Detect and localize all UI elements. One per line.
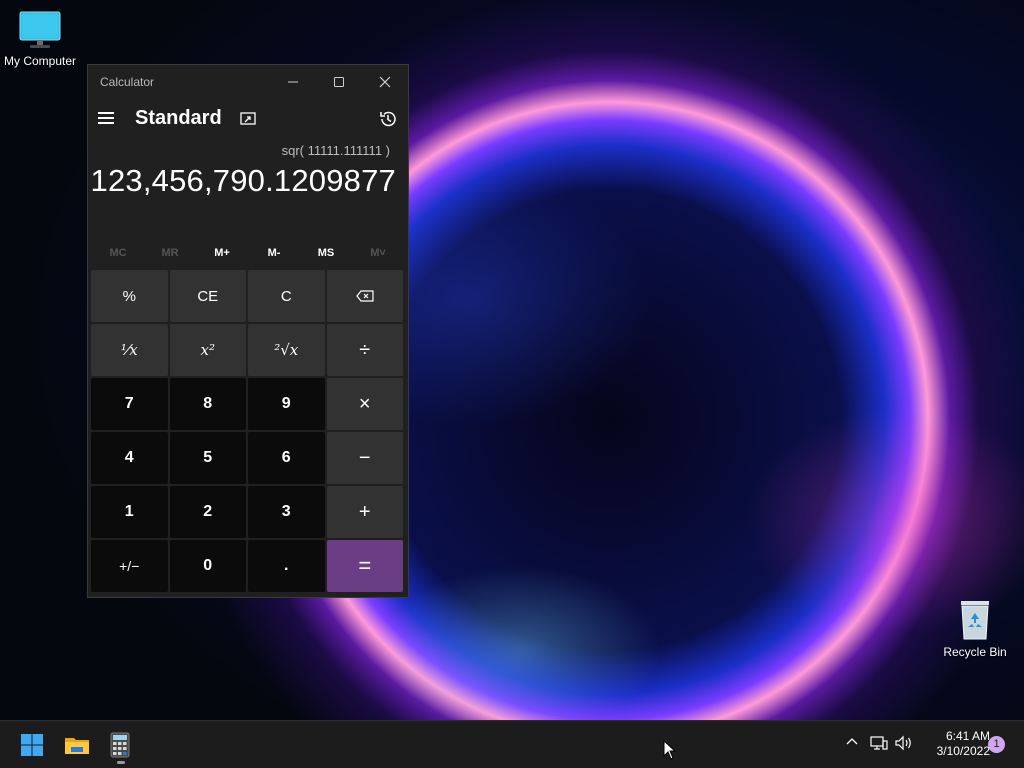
square-button[interactable]: x² xyxy=(169,324,246,376)
memory-list-button: M˅ xyxy=(370,247,386,259)
clock-time: 6:41 AM xyxy=(945,729,990,743)
mouse-cursor-icon xyxy=(663,740,677,760)
keep-on-top-icon[interactable] xyxy=(238,109,258,129)
network-icon[interactable] xyxy=(870,735,888,751)
recycle-bin-desktop-icon[interactable]: Recycle Bin xyxy=(935,597,1015,659)
expression-display: sqr( 11111.111111 ) xyxy=(281,143,390,158)
digit-3-button[interactable]: 3 xyxy=(248,486,325,538)
memory-add-button[interactable]: M+ xyxy=(196,241,248,265)
windows-logo-icon xyxy=(21,734,43,756)
backspace-button[interactable] xyxy=(326,270,403,322)
memory-recall-button: MR xyxy=(161,247,179,259)
minimize-icon xyxy=(288,81,298,83)
chevron-up-icon[interactable] xyxy=(845,735,859,749)
reciprocal-button[interactable]: ⅟x xyxy=(91,324,168,376)
maximize-icon xyxy=(334,77,344,87)
equals-button[interactable]: = xyxy=(326,540,403,592)
file-explorer-taskbar-button[interactable] xyxy=(61,729,93,761)
digit-2-button[interactable]: 2 xyxy=(169,486,246,538)
digit-6-button[interactable]: 6 xyxy=(248,432,325,484)
digit-5-button[interactable]: 5 xyxy=(169,432,246,484)
taskbar: 6:41 AM 3/10/2022 1 xyxy=(0,720,1024,768)
notification-badge[interactable]: 1 xyxy=(988,736,1005,753)
my-computer-label: My Computer xyxy=(3,54,77,68)
window-title: Calculator xyxy=(100,75,155,89)
keypad: % CE C ⅟x x² ²√x ÷ 7 8 9 × 4 5 6 − 1 2 3… xyxy=(91,270,405,592)
digit-9-button[interactable]: 9 xyxy=(248,378,325,430)
volume-icon[interactable] xyxy=(895,735,913,751)
digit-1-button[interactable]: 1 xyxy=(91,486,168,538)
result-display: 123,456,790.1209877 xyxy=(90,163,396,198)
digit-0-button[interactable]: 0 xyxy=(169,540,246,592)
digit-7-button[interactable]: 7 xyxy=(91,378,168,430)
recycle-bin-icon xyxy=(961,601,989,640)
calculator-window: Calculator Standard sqr( 11111.111111 ) … xyxy=(87,64,409,598)
decimal-button[interactable]: . xyxy=(248,540,325,592)
system-clock[interactable]: 6:41 AM 3/10/2022 xyxy=(920,729,990,759)
clock-date: 3/10/2022 xyxy=(936,744,990,758)
folder-icon xyxy=(65,738,89,754)
recycle-bin-label: Recycle Bin xyxy=(943,645,1007,659)
memory-bar: MC MR M+ M- MS M˅ xyxy=(92,241,404,265)
backspace-icon xyxy=(355,290,374,302)
add-button[interactable]: + xyxy=(326,486,403,538)
title-bar[interactable]: Calculator xyxy=(88,65,408,99)
square-root-button[interactable]: ²√x xyxy=(248,324,325,376)
memory-subtract-button[interactable]: M- xyxy=(248,241,300,265)
calculator-taskbar-button[interactable] xyxy=(104,729,136,761)
close-icon xyxy=(379,76,391,88)
mode-title: Standard xyxy=(135,107,222,129)
history-icon[interactable] xyxy=(378,109,398,129)
my-computer-desktop-icon[interactable]: My Computer xyxy=(0,10,80,68)
close-button[interactable] xyxy=(362,65,408,99)
digit-4-button[interactable]: 4 xyxy=(91,432,168,484)
calculator-header: Standard xyxy=(88,101,408,137)
digit-8-button[interactable]: 8 xyxy=(169,378,246,430)
running-indicator xyxy=(117,761,125,764)
percent-button[interactable]: % xyxy=(91,270,168,322)
clear-button[interactable]: C xyxy=(248,270,325,322)
monitor-icon xyxy=(19,11,61,48)
maximize-button[interactable] xyxy=(316,65,362,99)
calculator-icon xyxy=(110,732,130,758)
start-button[interactable] xyxy=(16,729,48,761)
hamburger-menu-icon[interactable] xyxy=(98,109,118,127)
multiply-button[interactable]: × xyxy=(326,378,403,430)
memory-clear-button: MC xyxy=(109,247,127,259)
negate-button[interactable]: +/− xyxy=(91,540,168,592)
divide-button[interactable]: ÷ xyxy=(326,324,403,376)
memory-store-button[interactable]: MS xyxy=(300,241,352,265)
clear-entry-button[interactable]: CE xyxy=(169,270,246,322)
subtract-button[interactable]: − xyxy=(326,432,403,484)
minimize-button[interactable] xyxy=(270,65,316,99)
